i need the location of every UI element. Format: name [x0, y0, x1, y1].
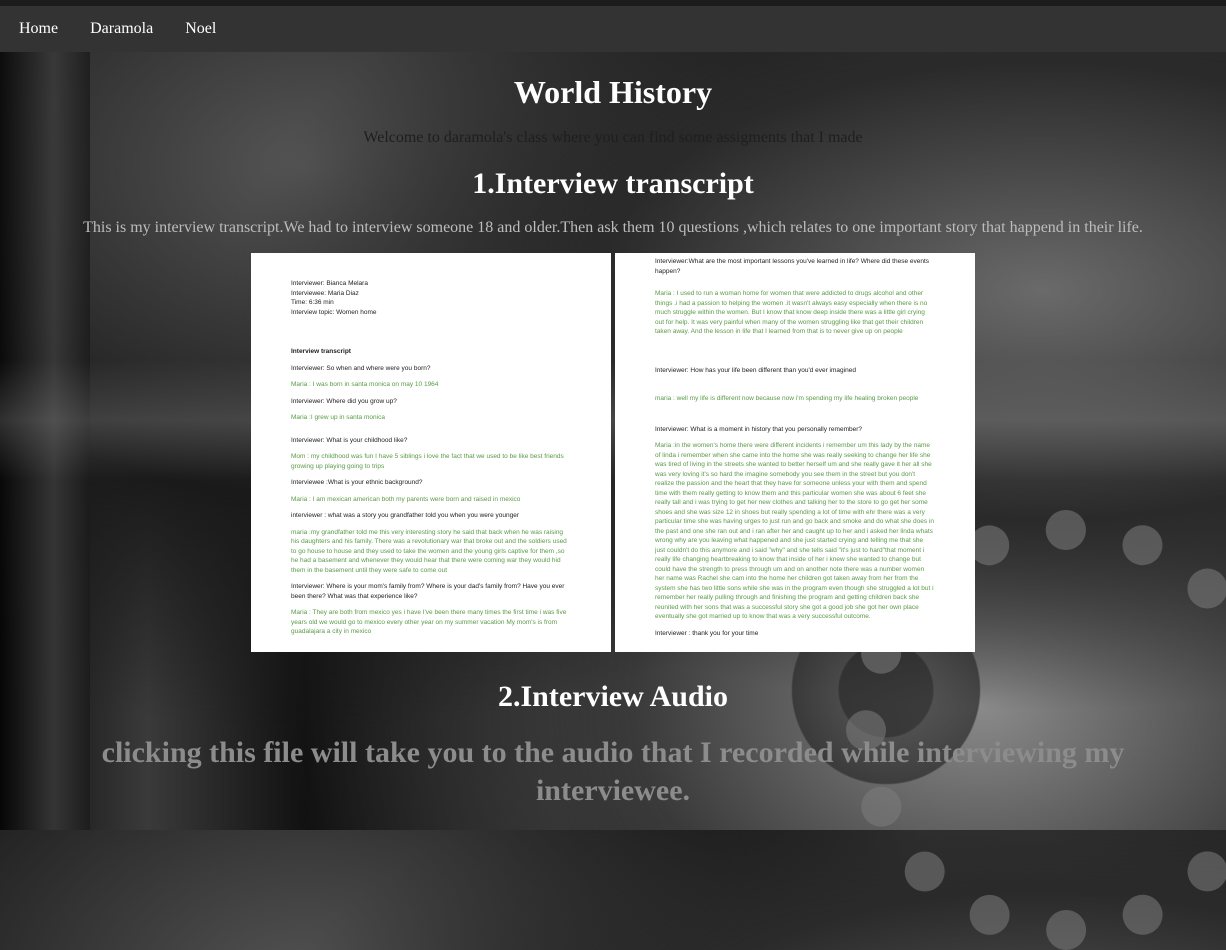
doc-answer: Maria : I used to run a woman home for w… [655, 290, 928, 335]
section-heading-transcript: 1.Interview transcript [472, 167, 754, 200]
top-navbar: Home Daramola Noel [0, 6, 1226, 52]
doc-question: Interviewee :What is your ethnic backgro… [291, 479, 423, 486]
doc-answer: Maria : I was born in santa monica on ma… [291, 381, 439, 388]
section-heading-audio: 2.Interview Audio [497, 680, 728, 713]
transcript-description: This is my interview transcript.We had t… [83, 219, 1143, 236]
page-title: World History [513, 74, 713, 110]
nav-noel[interactable]: Noel [169, 20, 232, 38]
welcome-text: Welcome to daramola's class where you ca… [363, 129, 863, 146]
doc-interviewer: Interviewer: Bianca Melara [291, 280, 368, 287]
doc-answer: Maria :in the women's home there were di… [655, 442, 934, 620]
doc-topic: Interview topic: Women home [291, 308, 377, 316]
doc-answer: maria : well my life is different now be… [655, 395, 919, 402]
nav-daramola[interactable]: Daramola [74, 20, 169, 38]
doc-interviewee: Interviewee: Maria Diaz [291, 289, 359, 297]
doc-answer: Maria :I grew up in santa monica [291, 414, 385, 421]
doc-question: Interviewer: What is your childhood like… [291, 436, 408, 444]
doc-time: Time: 6:36 min [291, 299, 334, 306]
transcript-page-2: Interviewer:What are the most important … [615, 253, 975, 652]
audio-file-link[interactable]: clicking this file will take you to the … [40, 734, 1186, 810]
doc-answer: Maria : I am mexican american both my pa… [291, 495, 521, 503]
doc-question: Interviewer: How has your life been diff… [655, 366, 856, 374]
doc-answer: Maria : They are both from mexico yes i … [291, 609, 567, 635]
transcript-images: Interviewer: Bianca Melara Interviewee: … [0, 253, 1226, 652]
doc-heading: Interview transcript [291, 348, 351, 355]
doc-question: Interviewer: What is a moment in history… [655, 425, 863, 433]
doc-question: Interviewer : thank you for your time [655, 629, 759, 637]
doc-question: Interviewer:What are the most important … [655, 258, 930, 275]
doc-question: interviewer : what was a story you grand… [291, 512, 519, 519]
doc-answer: maria :my grandfather told me this very … [291, 528, 567, 574]
transcript-page-1: Interviewer: Bianca Melara Interviewee: … [251, 253, 611, 652]
doc-question: Interviewer: Where did you grow up? [291, 397, 397, 405]
doc-question: Interviewer: Where is your mom's family … [291, 583, 565, 600]
doc-question: Interviewer: So when and where were you … [291, 364, 431, 372]
main-content: World History Welcome to daramola's clas… [0, 52, 1226, 810]
doc-answer: Mom : my childhood was fun I have 5 sibl… [291, 453, 564, 470]
nav-home[interactable]: Home [3, 20, 74, 38]
